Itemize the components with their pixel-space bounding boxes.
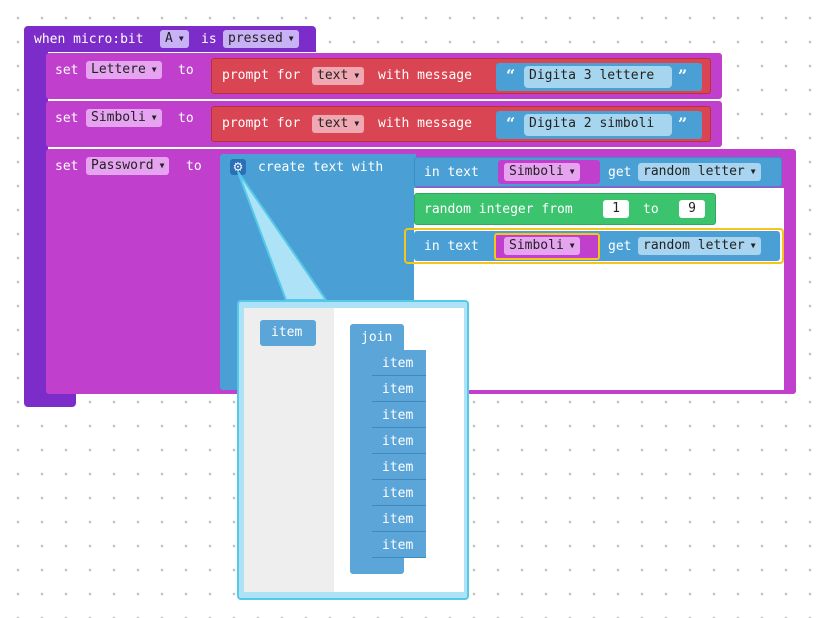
mutator-item-label: item: [382, 434, 414, 449]
event-block-left-arm[interactable]: [24, 50, 48, 395]
dropdown-arrow-icon: ▼: [159, 161, 165, 170]
mutator-item[interactable]: item: [372, 480, 426, 506]
mutator-item-label: item: [382, 538, 414, 553]
where-dropdown-1[interactable]: random letter ▼: [638, 163, 761, 181]
mutator-item[interactable]: item: [372, 454, 426, 480]
mutator-item-label: item: [382, 460, 414, 475]
message-lettere-value[interactable]: Digita 3 lettere: [524, 66, 672, 88]
in-text-label-1: in text: [424, 165, 479, 180]
prompt-simboli-with-message-label: with message: [378, 116, 472, 131]
simboli-var-value-1: Simboli: [509, 164, 564, 179]
set-lettere-to-label: to: [178, 63, 194, 78]
set-password-to-label: to: [186, 159, 202, 174]
mutator-callout-connector: [237, 171, 328, 301]
get-label-1: get: [608, 165, 632, 180]
prompt-lettere-label: prompt for: [222, 68, 301, 83]
prompt-simboli-label: prompt for: [222, 116, 301, 131]
button-dropdown-value: A: [165, 31, 173, 46]
dropdown-arrow-icon: ▼: [178, 34, 184, 43]
button-dropdown[interactable]: A ▼: [160, 30, 189, 48]
random-integer-label: random integer from: [424, 202, 573, 217]
state-dropdown-value: pressed: [228, 31, 283, 46]
dropdown-arrow-icon: ▼: [750, 167, 756, 176]
simboli-var-dropdown-2[interactable]: Simboli ▼: [504, 237, 580, 255]
prompt-lettere-type-value: text: [317, 68, 349, 83]
mutator-join-label: join: [361, 330, 393, 345]
prompt-lettere-type-dropdown[interactable]: text ▼: [312, 67, 365, 85]
state-dropdown[interactable]: pressed ▼: [223, 30, 299, 48]
get-label-2: get: [608, 239, 632, 254]
mutator-item[interactable]: item: [372, 506, 426, 532]
set-simboli-set-label: set: [55, 111, 79, 126]
message-simboli-text: Digita 2 simboli: [529, 116, 655, 131]
set-password-set-label: set: [55, 159, 79, 174]
close-quote-icon: ”: [678, 114, 688, 133]
close-quote-icon: ”: [678, 66, 688, 85]
mutator-toolbox: [244, 308, 334, 592]
set-simboli-to-label: to: [178, 111, 194, 126]
random-from-value: 1: [612, 201, 620, 216]
dropdown-arrow-icon: ▼: [569, 241, 575, 250]
where-dropdown-2[interactable]: random letter ▼: [638, 237, 761, 255]
set-lettere-set-label: set: [55, 63, 79, 78]
mutator-item-label: item: [382, 512, 414, 527]
mutator-item[interactable]: item: [372, 428, 426, 454]
message-simboli-value[interactable]: Digita 2 simboli: [524, 114, 672, 136]
random-to-input[interactable]: 9: [679, 200, 705, 218]
mutator-item-label: item: [382, 486, 414, 501]
dropdown-arrow-icon: ▼: [750, 241, 756, 250]
message-lettere-text: Digita 3 lettere: [529, 68, 655, 83]
mutator-item-label: item: [382, 356, 414, 371]
mutator-item-label: item: [382, 408, 414, 423]
password-variable-dropdown[interactable]: Password ▼: [86, 157, 170, 175]
event-block-footer[interactable]: [24, 393, 76, 407]
simboli-var-value-2: Simboli: [509, 238, 564, 253]
simboli-variable-value: Simboli: [91, 110, 146, 125]
dropdown-arrow-icon: ▼: [151, 113, 157, 122]
lettere-variable-value: Lettere: [91, 62, 146, 77]
mutator-item[interactable]: item: [372, 532, 426, 558]
dropdown-arrow-icon: ▼: [569, 167, 575, 176]
open-quote-icon: “: [506, 66, 516, 85]
mutator-item[interactable]: item: [372, 402, 426, 428]
event-is-label: is: [201, 32, 217, 47]
prompt-simboli-type-dropdown[interactable]: text ▼: [312, 115, 365, 133]
random-from-input[interactable]: 1: [603, 200, 629, 218]
where-value-2: random letter: [643, 238, 745, 253]
random-to-label: to: [643, 202, 659, 217]
prompt-lettere-with-message-label: with message: [378, 68, 472, 83]
mutator-item[interactable]: item: [372, 376, 426, 402]
open-quote-icon: “: [506, 114, 516, 133]
dropdown-arrow-icon: ▼: [354, 71, 360, 80]
dropdown-arrow-icon: ▼: [354, 119, 360, 128]
where-value-1: random letter: [643, 164, 745, 179]
dropdown-arrow-icon: ▼: [288, 34, 294, 43]
dropdown-arrow-icon: ▼: [151, 65, 157, 74]
random-to-value: 9: [688, 201, 696, 216]
password-variable-value: Password: [91, 158, 154, 173]
lettere-variable-dropdown[interactable]: Lettere ▼: [86, 61, 162, 79]
simboli-variable-dropdown[interactable]: Simboli ▼: [86, 109, 162, 127]
mutator-item-label: item: [382, 382, 414, 397]
simboli-var-dropdown-1[interactable]: Simboli ▼: [504, 163, 580, 181]
mutator-toolbox-item-label: item: [271, 325, 303, 340]
mutator-item[interactable]: item: [372, 350, 426, 376]
in-text-label-2: in text: [424, 239, 479, 254]
prompt-simboli-type-value: text: [317, 116, 349, 131]
event-when-label: when micro:bit: [34, 32, 144, 47]
